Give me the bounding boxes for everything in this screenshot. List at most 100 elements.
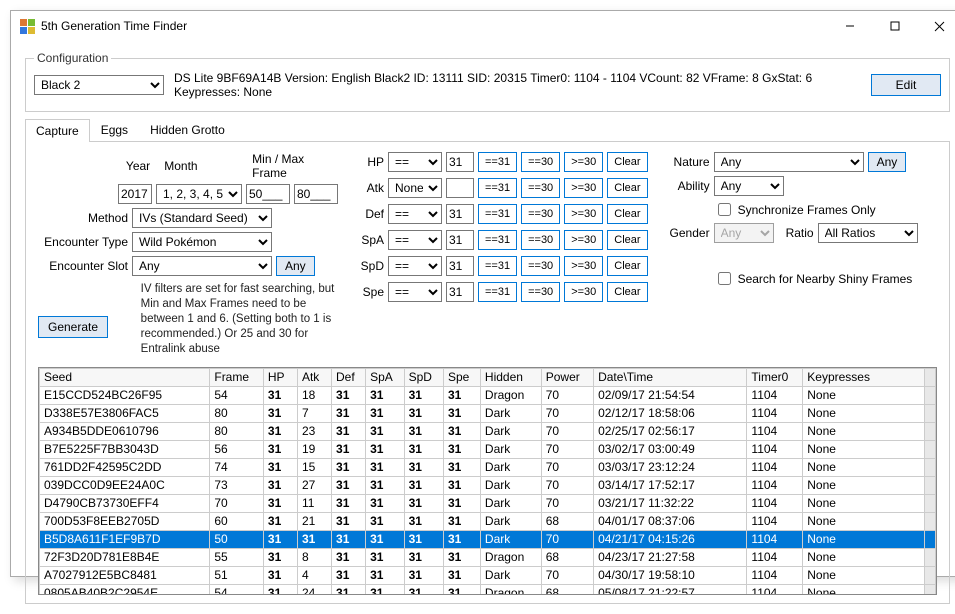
col-atk[interactable]: Atk bbox=[297, 368, 331, 386]
year-input[interactable] bbox=[118, 184, 152, 204]
table-row[interactable]: 0805AB40B2C2954E54312431313131Dragon6805… bbox=[40, 584, 936, 595]
year-label: Year bbox=[126, 159, 160, 173]
iv-hp-clear[interactable]: Clear bbox=[607, 152, 647, 172]
iv-def-ge30[interactable]: >=30 bbox=[564, 204, 603, 224]
iv-hp-ge30[interactable]: >=30 bbox=[564, 152, 603, 172]
col-power[interactable]: Power bbox=[541, 368, 593, 386]
table-row[interactable]: 039DCC0D9EE24A0C73312731313131Dark7003/1… bbox=[40, 476, 936, 494]
iv-spe-value[interactable] bbox=[446, 282, 474, 302]
table-row[interactable]: 700D53F8EEB2705D60312131313131Dark6804/0… bbox=[40, 512, 936, 530]
maximize-button[interactable] bbox=[872, 12, 917, 40]
iv-spe-label: Spe bbox=[356, 285, 384, 299]
iv-atk-clear[interactable]: Clear bbox=[607, 178, 647, 198]
method-select[interactable]: IVs (Standard Seed) bbox=[132, 208, 272, 228]
iv-hp-op[interactable]: == bbox=[388, 152, 442, 172]
col-frame[interactable]: Frame bbox=[210, 368, 264, 386]
col-spacer bbox=[924, 368, 935, 386]
tab-capture[interactable]: Capture bbox=[25, 119, 90, 142]
iv-def-clear[interactable]: Clear bbox=[607, 204, 647, 224]
iv-spe-ge30[interactable]: >=30 bbox=[564, 282, 603, 302]
profile-summary: DS Lite 9BF69A14B Version: English Black… bbox=[174, 71, 867, 99]
sync-frames-checkbox[interactable] bbox=[718, 203, 731, 216]
encounter-type-select[interactable]: Wild Pokémon bbox=[132, 232, 272, 252]
col-spd[interactable]: SpD bbox=[404, 368, 443, 386]
minimize-button[interactable] bbox=[827, 12, 872, 40]
edit-button[interactable]: Edit bbox=[871, 74, 941, 96]
iv-spa-eq30[interactable]: ==30 bbox=[521, 230, 560, 250]
encounter-slot-label: Encounter Slot bbox=[38, 259, 128, 273]
iv-spd-value[interactable] bbox=[446, 256, 474, 276]
col-def[interactable]: Def bbox=[332, 368, 366, 386]
iv-def-op[interactable]: == bbox=[388, 204, 442, 224]
col-spa[interactable]: SpA bbox=[366, 368, 405, 386]
iv-spd-ge30[interactable]: >=30 bbox=[564, 256, 603, 276]
frame-label: Min / Max Frame bbox=[252, 152, 338, 180]
iv-atk-op[interactable]: None bbox=[388, 178, 442, 198]
gender-label: Gender bbox=[666, 226, 710, 240]
iv-atk-eq30[interactable]: ==30 bbox=[521, 178, 560, 198]
nature-any-button[interactable]: Any bbox=[868, 152, 907, 172]
table-row[interactable]: E15CCD524BC26F9554311831313131Dragon7002… bbox=[40, 386, 936, 404]
iv-spa-op[interactable]: == bbox=[388, 230, 442, 250]
col-date-time[interactable]: Date\Time bbox=[594, 368, 747, 386]
iv-spe-op[interactable]: == bbox=[388, 282, 442, 302]
ratio-label: Ratio bbox=[778, 226, 814, 240]
iv-atk-value[interactable] bbox=[446, 178, 474, 198]
table-row[interactable]: D338E57E3806FAC58031731313131Dark7002/12… bbox=[40, 404, 936, 422]
iv-hp-eq30[interactable]: ==30 bbox=[521, 152, 560, 172]
iv-spa-label: SpA bbox=[356, 233, 384, 247]
iv-spa-eq31[interactable]: ==31 bbox=[478, 230, 517, 250]
table-row[interactable]: A934B5DDE061079680312331313131Dark7002/2… bbox=[40, 422, 936, 440]
iv-def-eq31[interactable]: ==31 bbox=[478, 204, 517, 224]
col-seed[interactable]: Seed bbox=[40, 368, 210, 386]
table-row[interactable]: B5D8A611F1EF9B7D50313131313131Dark7004/2… bbox=[40, 530, 936, 548]
iv-hp-eq31[interactable]: ==31 bbox=[478, 152, 517, 172]
shiny-frames-checkbox[interactable] bbox=[718, 272, 731, 285]
iv-spa-ge30[interactable]: >=30 bbox=[564, 230, 603, 250]
table-row[interactable]: 72F3D20D781E8B4E5531831313131Dragon6804/… bbox=[40, 548, 936, 566]
table-header-row: SeedFrameHPAtkDefSpASpDSpeHiddenPowerDat… bbox=[40, 368, 936, 386]
iv-spd-eq30[interactable]: ==30 bbox=[521, 256, 560, 276]
col-spe[interactable]: Spe bbox=[443, 368, 480, 386]
col-keypresses[interactable]: Keypresses bbox=[803, 368, 925, 386]
month-select[interactable]: 1, 2, 3, 4, 5, 6 bbox=[156, 184, 242, 204]
iv-spe-eq30[interactable]: ==30 bbox=[521, 282, 560, 302]
iv-def-value[interactable] bbox=[446, 204, 474, 224]
profile-select[interactable]: Black 2 bbox=[34, 75, 164, 95]
iv-spe-eq31[interactable]: ==31 bbox=[478, 282, 517, 302]
min-frame-input[interactable] bbox=[246, 184, 290, 204]
tab-hidden-grotto[interactable]: Hidden Grotto bbox=[139, 118, 236, 141]
iv-def-eq30[interactable]: ==30 bbox=[521, 204, 560, 224]
slot-any-button[interactable]: Any bbox=[276, 256, 315, 276]
iv-spd-clear[interactable]: Clear bbox=[607, 256, 647, 276]
encounter-slot-select[interactable]: Any bbox=[132, 256, 272, 276]
iv-spd-op[interactable]: == bbox=[388, 256, 442, 276]
generate-button[interactable]: Generate bbox=[38, 316, 108, 338]
iv-hp-value[interactable] bbox=[446, 152, 474, 172]
ability-select[interactable]: Any bbox=[714, 176, 784, 196]
iv-spa-clear[interactable]: Clear bbox=[607, 230, 647, 250]
max-frame-input[interactable] bbox=[294, 184, 338, 204]
sync-frames-label: Synchronize Frames Only bbox=[738, 203, 876, 217]
col-timer0[interactable]: Timer0 bbox=[747, 368, 803, 386]
col-hidden[interactable]: Hidden bbox=[480, 368, 541, 386]
iv-atk-label: Atk bbox=[356, 181, 384, 195]
tabstrip: Capture Eggs Hidden Grotto bbox=[25, 118, 950, 142]
table-row[interactable]: D4790CB73730EFF470311131313131Dark7003/2… bbox=[40, 494, 936, 512]
table-row[interactable]: B7E5225F7BB3043D56311931313131Dark7003/0… bbox=[40, 440, 936, 458]
iv-spa-value[interactable] bbox=[446, 230, 474, 250]
nature-select[interactable]: Any bbox=[714, 152, 864, 172]
ratio-select[interactable]: All Ratios bbox=[818, 223, 918, 243]
configuration-group: Configuration Black 2 DS Lite 9BF69A14B … bbox=[25, 51, 950, 112]
results-table-container[interactable]: SeedFrameHPAtkDefSpASpDSpeHiddenPowerDat… bbox=[38, 367, 937, 595]
shiny-frames-label: Search for Nearby Shiny Frames bbox=[738, 272, 913, 286]
iv-spd-eq31[interactable]: ==31 bbox=[478, 256, 517, 276]
table-row[interactable]: A7027912E5BC84815131431313131Dark7004/30… bbox=[40, 566, 936, 584]
tab-eggs[interactable]: Eggs bbox=[90, 118, 139, 141]
col-hp[interactable]: HP bbox=[263, 368, 297, 386]
table-row[interactable]: 761DD2F42595C2DD74311531313131Dark7003/0… bbox=[40, 458, 936, 476]
iv-atk-ge30[interactable]: >=30 bbox=[564, 178, 603, 198]
iv-atk-eq31[interactable]: ==31 bbox=[478, 178, 517, 198]
iv-spe-clear[interactable]: Clear bbox=[607, 282, 647, 302]
close-button[interactable] bbox=[917, 12, 955, 40]
